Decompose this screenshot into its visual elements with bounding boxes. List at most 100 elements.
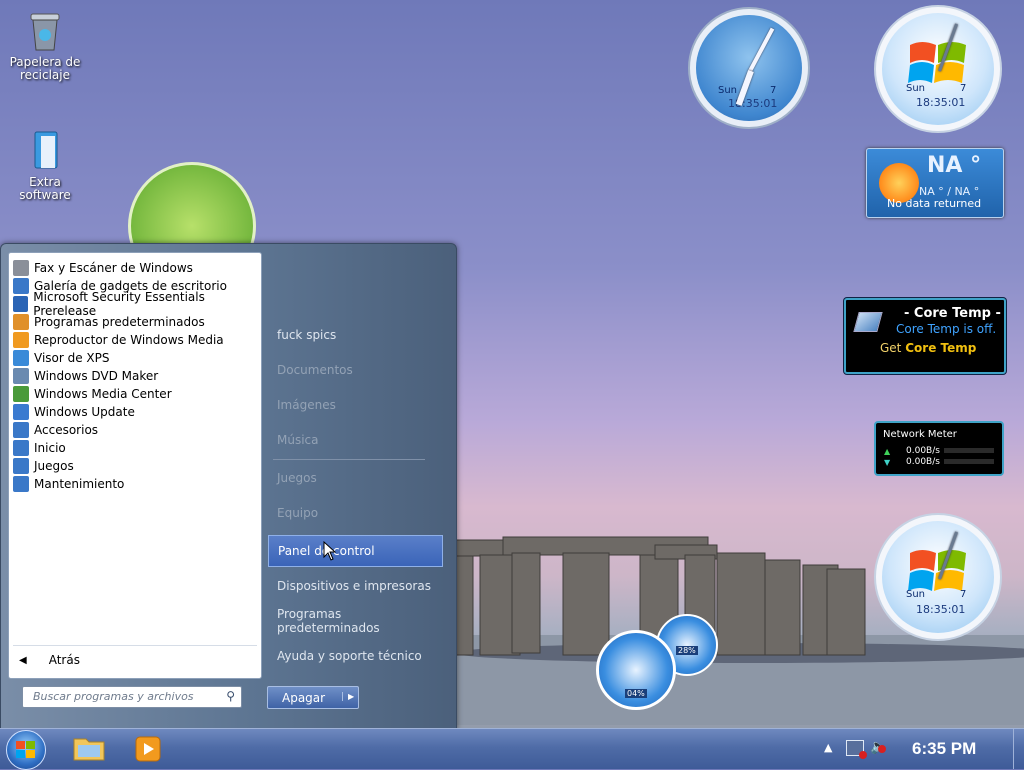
search-input[interactable]: Buscar programas y archivos ⚲: [22, 686, 242, 708]
program-icon: [13, 368, 29, 384]
program-label: Windows Update: [34, 405, 135, 419]
desktop-icon-label: Papelera de reciclaje: [9, 55, 81, 82]
program-icon: [13, 440, 29, 456]
start-button[interactable]: [6, 730, 46, 770]
start-menu-link[interactable]: Panel de control: [268, 535, 443, 567]
recycle-bin-icon: [25, 8, 65, 52]
program-label: Fax y Escáner de Windows: [34, 261, 193, 275]
weather-status: No data returned: [887, 197, 982, 210]
folder-icon: [25, 128, 65, 172]
shutdown-button[interactable]: Apagar ▶: [267, 686, 359, 709]
chip-icon: [853, 312, 883, 332]
start-menu-link[interactable]: fuck spics: [268, 319, 443, 351]
start-menu-link[interactable]: Equipo: [268, 497, 443, 529]
taskbar-explorer-button[interactable]: [70, 733, 108, 765]
back-arrow-icon: ◀: [19, 654, 27, 666]
cpu-meter-gadget[interactable]: 28% 04%: [596, 614, 722, 710]
program-item[interactable]: Visor de XPS: [13, 349, 110, 367]
network-meter-gadget[interactable]: Network Meter ▲ 0.00B/s ▼ 0.00B/s: [874, 421, 1004, 476]
search-icon: ⚲: [226, 689, 235, 703]
shutdown-options-arrow-icon[interactable]: ▶: [342, 692, 354, 701]
core-temp-gadget[interactable]: - Core Temp - Core Temp is off. Get Core…: [844, 298, 1006, 374]
program-label: Visor de XPS: [34, 351, 110, 365]
folder-icon: [73, 738, 105, 761]
windows-logo-icon: [908, 42, 966, 83]
show-hidden-icons-button[interactable]: ▲: [824, 741, 832, 754]
program-item[interactable]: Accesorios: [13, 421, 98, 439]
taskbar-media-player-button[interactable]: [130, 733, 166, 765]
show-desktop-button[interactable]: [1013, 729, 1024, 769]
clock-date: 7: [960, 589, 967, 600]
coretemp-get: Get Core Temp: [880, 341, 976, 355]
program-item[interactable]: Windows DVD Maker: [13, 367, 158, 385]
start-menu-link-label: Equipo: [277, 506, 319, 520]
start-menu-link[interactable]: Juegos: [268, 462, 443, 494]
clock-time: 18:35:01: [916, 603, 966, 616]
program-label: Windows Media Center: [34, 387, 172, 401]
program-icon: [13, 386, 29, 402]
program-item[interactable]: Reproductor de Windows Media: [13, 331, 224, 349]
program-label: Mantenimiento: [34, 477, 125, 491]
program-item[interactable]: Microsoft Security Essentials Prerelease: [13, 290, 261, 318]
start-menu-link[interactable]: Programas predeterminados: [268, 605, 443, 637]
program-item[interactable]: Programas predeterminados: [13, 313, 205, 331]
program-label: Juegos: [34, 459, 74, 473]
start-menu-link-label: Dispositivos e impresoras: [277, 579, 431, 593]
start-menu-link-label: Ayuda y soporte técnico: [277, 649, 422, 663]
upload-arrow-icon: ▲: [884, 447, 891, 456]
shutdown-label: Apagar: [282, 691, 326, 705]
network-bar: [944, 459, 994, 464]
coretemp-get-link[interactable]: Core Temp: [905, 341, 976, 355]
start-menu-link[interactable]: Ayuda y soporte técnico: [268, 640, 443, 672]
clock-date: 7: [770, 85, 777, 96]
program-item[interactable]: Windows Media Center: [13, 385, 172, 403]
program-label: Windows DVD Maker: [34, 369, 159, 383]
desktop-icon-extra-software[interactable]: Extra software: [3, 128, 87, 202]
divider: [13, 645, 257, 646]
program-icon: [13, 278, 29, 294]
volume-muted-icon[interactable]: 🔈: [870, 739, 887, 755]
program-item[interactable]: Windows Update: [13, 403, 135, 421]
taskbar: ▲ 🔈 6:35 PM: [0, 728, 1024, 770]
start-menu-link-label: Programas predeterminados: [277, 607, 380, 635]
clock-day: Sun: [906, 589, 926, 600]
taskbar-clock[interactable]: 6:35 PM: [912, 739, 976, 759]
windows-logo-icon: [16, 741, 35, 758]
start-menu-link[interactable]: Dispositivos e impresoras: [268, 570, 443, 602]
weather-gadget[interactable]: NA ° NA ° / NA ° No data returned: [866, 148, 1004, 218]
network-status-icon[interactable]: [846, 740, 867, 759]
program-label: Programas predeterminados: [34, 315, 205, 329]
clock-gadget-top-right[interactable]: Sun 7 18:35:01: [874, 5, 1002, 133]
program-item[interactable]: Inicio: [13, 439, 66, 457]
back-button[interactable]: ◀ Atrás: [19, 651, 80, 669]
clock-gadget-small[interactable]: Sun 7 18:35:01: [688, 7, 810, 129]
mouse-cursor-icon: [323, 540, 337, 565]
clock-date: 7: [960, 83, 967, 94]
clock-gadget-bottom-right[interactable]: Sun 7 18:35:01: [874, 513, 1002, 641]
cpu1-value: 04%: [625, 689, 647, 698]
media-player-icon: [135, 736, 161, 762]
start-menu-link-label: Documentos: [277, 363, 353, 377]
weather-temp: NA °: [927, 153, 982, 178]
start-menu-link[interactable]: Documentos: [268, 354, 443, 386]
program-item[interactable]: Mantenimiento: [13, 475, 124, 493]
download-arrow-icon: ▼: [884, 458, 891, 467]
clock-day: Sun: [906, 83, 926, 94]
network-bar: [944, 448, 994, 453]
coretemp-get-prefix: Get: [880, 341, 902, 355]
program-icon: [13, 476, 29, 492]
start-menu-link-label: fuck spics: [277, 328, 337, 342]
network-up: 0.00B/s: [906, 446, 940, 456]
start-menu[interactable]: Fax y Escáner de Windows Galería de gadge…: [0, 243, 457, 730]
program-label: Reproductor de Windows Media: [34, 333, 224, 347]
start-menu-link[interactable]: Imágenes: [268, 389, 443, 421]
right-divider: [273, 459, 425, 460]
desktop-icon-recycle-bin[interactable]: Papelera de reciclaje: [3, 8, 87, 82]
program-item[interactable]: Juegos: [13, 457, 74, 475]
start-menu-link[interactable]: Música: [268, 424, 443, 456]
cpu-dial: 04%: [596, 630, 676, 710]
start-menu-link-label: Juegos: [277, 471, 317, 485]
program-item[interactable]: Fax y Escáner de Windows: [13, 259, 193, 277]
program-icon: [13, 314, 29, 330]
program-label: Accesorios: [34, 423, 99, 437]
